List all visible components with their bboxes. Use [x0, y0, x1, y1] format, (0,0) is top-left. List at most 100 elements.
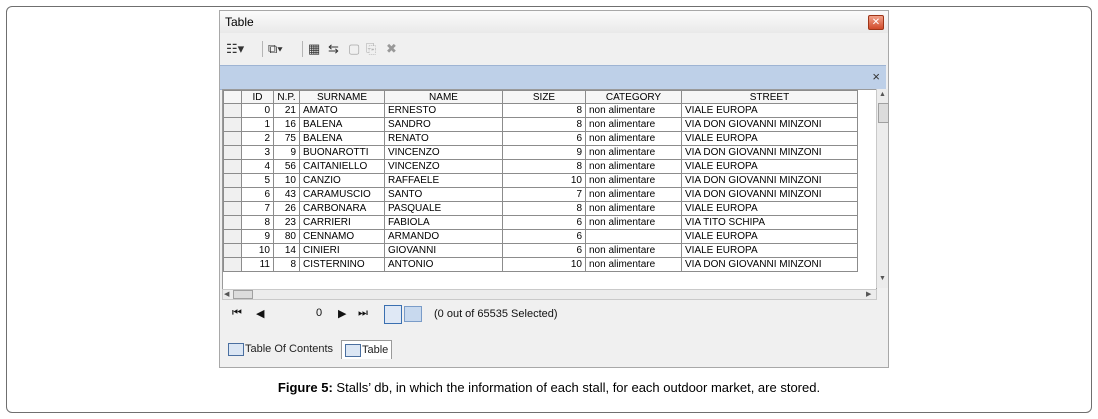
attribute-grid[interactable]: ID N.P. SURNAME NAME SIZE CATEGORY STREE… [222, 89, 877, 290]
tab-label: Table [362, 344, 389, 356]
scroll-right-icon[interactable]: ▶ [866, 290, 871, 298]
horizontal-scrollbar[interactable]: ◀ ▶ [222, 289, 877, 300]
row-selector[interactable] [223, 187, 242, 202]
table-row[interactable]: 6 43 CARAMUSCIO SANTO 7 non alimentare VIA DON… [223, 187, 858, 202]
previous-record-icon[interactable]: ◀ [256, 307, 264, 320]
table-row[interactable]: 9 80 CENNAMO ARMANDO 6 VIALE EUROPA [223, 229, 858, 244]
table-cell: CARAMUSCIO [299, 187, 385, 202]
window-close-icon[interactable]: ✕ [868, 15, 884, 30]
close-table-icon[interactable]: × [872, 69, 880, 84]
scroll-left-icon[interactable]: ◀ [224, 290, 229, 298]
record-navigation-bar: ⏮ ◀ 0 ▶ ⏭ (0 out of 65535 Selected) [220, 301, 888, 327]
switch-selection-icon[interactable]: ⇆ [328, 40, 339, 58]
row-selector[interactable] [223, 117, 242, 132]
row-selector[interactable] [223, 159, 242, 174]
table-header-row: ID N.P. SURNAME NAME SIZE CATEGORY STREE… [223, 90, 858, 104]
table-cell: non alimentare [585, 159, 682, 174]
table-cell: VIA DON GIOVANNI MINZONI [681, 117, 858, 132]
row-selector[interactable] [223, 257, 242, 272]
table-cell: 1 [241, 117, 274, 132]
show-selected-records-icon[interactable] [404, 306, 422, 322]
next-record-icon[interactable]: ▶ [338, 307, 346, 320]
table-cell: 6 [502, 215, 586, 230]
column-header-name[interactable]: NAME [384, 90, 503, 104]
current-record-field[interactable]: 0 [316, 307, 322, 319]
table-cell: 9 [502, 145, 586, 160]
table-row[interactable]: 4 56 CAITANIELLO VINCENZO 8 non alimentare VIA… [223, 159, 858, 174]
row-selector[interactable] [223, 103, 242, 118]
table-cell: 10 [502, 257, 586, 272]
table-row[interactable]: 5 10 CANZIO RAFFAELE 10 non alimentare VIA DON… [223, 173, 858, 188]
first-record-icon[interactable]: ⏮ [232, 307, 242, 320]
clear-selection-icon[interactable]: ▢ [348, 40, 360, 58]
table-cell: VIALE EUROPA [681, 103, 858, 118]
table-cell: 6 [502, 229, 586, 244]
tab-table-of-contents[interactable]: Table Of Contents [225, 340, 336, 358]
table-row[interactable]: 0 21 AMATO ERNESTO 8 non alimentare VIALE EURO… [223, 103, 858, 118]
table-cell: 5 [241, 173, 274, 188]
caption-text: Stalls’ db, in which the information of … [332, 380, 821, 395]
scroll-down-icon[interactable]: ▼ [879, 275, 886, 282]
column-header-category[interactable]: CATEGORY [585, 90, 682, 104]
zoom-to-selected-icon[interactable]: ⎘ [366, 40, 376, 58]
table-row[interactable]: 2 75 BALENA RENATO 6 non alimentare VIALE EURO… [223, 131, 858, 146]
column-header-size[interactable]: SIZE [502, 90, 586, 104]
column-header-np[interactable]: N.P. [273, 90, 300, 104]
table-cell: VIA TITO SCHIPA [681, 215, 858, 230]
table-cell: 43 [273, 187, 300, 202]
toolbar-separator [262, 41, 263, 57]
row-selector[interactable] [223, 201, 242, 216]
table-cell: 8 [502, 117, 586, 132]
table-cell: 56 [273, 159, 300, 174]
table-toolbar: ☷▾ ⧉▾ ▦ ⇆ ▢ ⎘ ✖ [220, 35, 888, 63]
column-header-street[interactable]: STREET [681, 90, 858, 104]
related-tables-icon[interactable]: ⧉▾ [268, 40, 283, 58]
scroll-up-icon[interactable]: ▲ [879, 91, 886, 98]
table-window: Table ✕ ☷▾ ⧉▾ ▦ ⇆ ▢ ⎘ ✖ × ID N.P. SURNAM… [219, 10, 889, 368]
column-header-surname[interactable]: SURNAME [299, 90, 385, 104]
table-cell: VIALE EUROPA [681, 159, 858, 174]
row-selector[interactable] [223, 173, 242, 188]
horizontal-scroll-thumb[interactable] [233, 290, 253, 299]
table-cell: RAFFAELE [384, 173, 503, 188]
table-row[interactable]: 10 14 CINIERI GIOVANNI 6 non alimentare VIALE … [223, 243, 858, 258]
tab-table[interactable]: Table [341, 340, 393, 359]
table-cell: CISTERNINO [299, 257, 385, 272]
table-cell: SANTO [384, 187, 503, 202]
table-cell: VIA DON GIOVANNI MINZONI [681, 145, 858, 160]
delete-selected-icon[interactable]: ✖ [386, 40, 397, 58]
table-cell: 10 [502, 173, 586, 188]
table-cell: VIA DON GIOVANNI MINZONI [681, 173, 858, 188]
row-selector[interactable] [223, 131, 242, 146]
vertical-scroll-thumb[interactable] [878, 103, 889, 123]
vertical-scrollbar[interactable]: ▲ ▼ [876, 89, 889, 288]
table-cell: 4 [241, 159, 274, 174]
toolbar-separator [302, 41, 303, 57]
show-all-records-icon[interactable] [384, 305, 402, 324]
table-row[interactable]: 8 23 CARRIERI FABIOLA 6 non alimentare VIA TIT… [223, 215, 858, 230]
window-title: Table [225, 15, 254, 29]
table-row[interactable]: 7 26 CARBONARA PASQUALE 8 non alimentare VIALE… [223, 201, 858, 216]
table-cell: SANDRO [384, 117, 503, 132]
toc-icon [228, 343, 244, 356]
table-cell: 8 [241, 215, 274, 230]
table-cell: CARRIERI [299, 215, 385, 230]
table-body: 0 21 AMATO ERNESTO 8 non alimentare VIALE EURO… [223, 103, 858, 272]
table-cell: CENNAMO [299, 229, 385, 244]
table-options-icon[interactable]: ☷▾ [226, 40, 244, 58]
table-cell: VIALE EUROPA [681, 201, 858, 216]
table-cell: 11 [241, 257, 274, 272]
row-selector[interactable] [223, 229, 242, 244]
row-selector[interactable] [223, 243, 242, 258]
caption-label: Figure 5: [277, 380, 333, 395]
table-cell: 75 [273, 131, 300, 146]
table-row[interactable]: 1 16 BALENA SANDRO 8 non alimentare VIA DON GI… [223, 117, 858, 132]
column-header-id[interactable]: ID [241, 90, 274, 104]
table-cell: 10 [273, 173, 300, 188]
row-selector[interactable] [223, 215, 242, 230]
table-row[interactable]: 3 9 BUONAROTTI VINCENZO 9 non alimentare VIA D… [223, 145, 858, 160]
last-record-icon[interactable]: ⏭ [358, 307, 368, 320]
table-row[interactable]: 11 8 CISTERNINO ANTONIO 10 non alimentare VIA … [223, 257, 858, 272]
row-selector[interactable] [223, 145, 242, 160]
select-by-attributes-icon[interactable]: ▦ [308, 40, 320, 58]
